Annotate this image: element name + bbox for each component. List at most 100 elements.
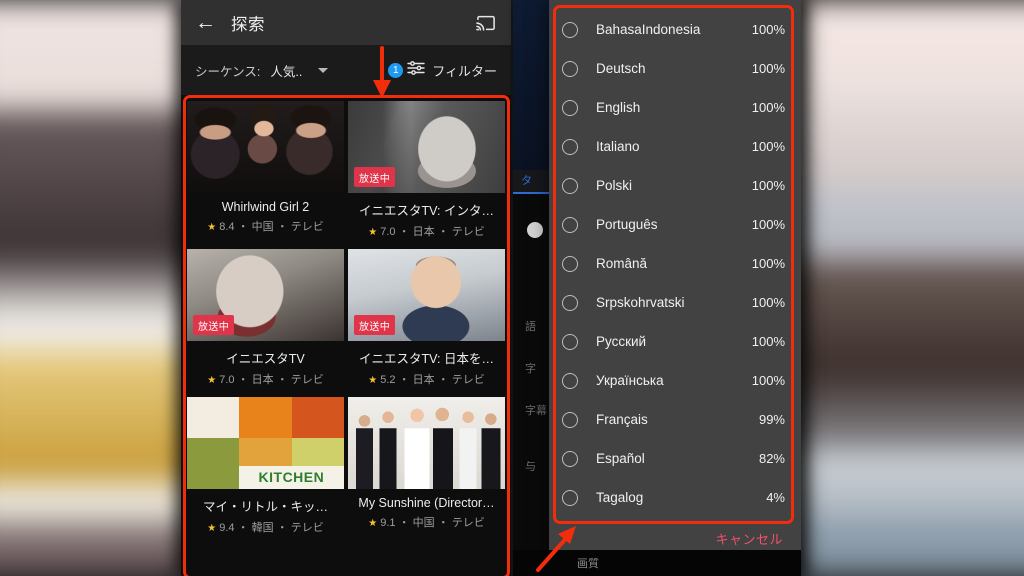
radio-button-icon[interactable] <box>562 99 578 116</box>
language-percent: 100% <box>751 373 785 388</box>
bg-label-2: 字 <box>525 363 536 375</box>
live-badge: 放送中 <box>193 315 235 335</box>
language-percent: 100% <box>751 217 785 232</box>
show-title: マイ・リトル・キッ… <box>202 500 328 514</box>
filter-label[interactable]: フィルター <box>432 61 497 80</box>
show-card[interactable]: Whirlwind Girl 2 ★ 8.4 ・ 中国 ・ テレビ <box>187 101 344 245</box>
radio-button-icon[interactable] <box>562 138 578 155</box>
sequence-value[interactable]: 人気.. <box>270 61 302 80</box>
radio-button-icon[interactable] <box>562 255 578 272</box>
screenshot-stage: ← 探索 シーケンス: 人気.. 1 フィルター Whirlwind Girl … <box>0 0 1024 576</box>
filter-count-badge: 1 <box>388 62 404 78</box>
page-title: 探索 <box>231 15 265 34</box>
language-percent: 100% <box>751 22 785 37</box>
show-card[interactable]: 放送中イニエスタTV ★ 7.0 ・ 日本 ・ テレビ <box>187 249 344 393</box>
show-meta: ★ 9.1 ・ 中国 ・ テレビ <box>368 517 485 529</box>
kitchen-logo: KITCHEN <box>258 469 325 486</box>
radio-button-icon[interactable] <box>562 60 578 77</box>
radio-button-icon[interactable] <box>562 333 578 350</box>
radio-button-icon[interactable] <box>562 294 578 311</box>
chevron-down-icon[interactable] <box>318 67 329 73</box>
show-meta: ★ 9.4 ・ 韓国 ・ テレビ <box>207 522 324 534</box>
show-meta: ★ 7.0 ・ 日本 ・ テレビ <box>207 374 324 386</box>
blurred-background-left <box>0 0 210 576</box>
back-arrow-icon[interactable]: ← <box>195 12 221 33</box>
language-name: Deutsch <box>596 61 646 76</box>
language-name: English <box>596 100 641 115</box>
language-option-row[interactable]: Español 82% <box>549 439 801 478</box>
radio-button-icon[interactable] <box>562 372 578 389</box>
cancel-button[interactable]: キャンセル <box>715 529 783 548</box>
show-thumbnail[interactable] <box>187 101 344 193</box>
language-dialog-list[interactable]: BahasaIndonesia 100% Deutsch 100% English 100… <box>549 0 801 517</box>
star-icon: ★ <box>368 518 378 529</box>
language-option-row[interactable]: Polski 100% <box>549 166 801 205</box>
thumbnail-tile <box>238 397 293 439</box>
show-thumbnail[interactable]: KITCHEN <box>187 397 344 489</box>
language-name: Srpskohrvatski <box>596 295 685 310</box>
thumbnail-tile <box>187 438 239 489</box>
language-name: Français <box>596 412 648 427</box>
language-option-row[interactable]: Deutsch 100% <box>549 49 801 88</box>
language-name: Português <box>596 217 658 232</box>
language-percent: 100% <box>751 178 785 193</box>
language-percent: 100% <box>751 100 785 115</box>
show-meta: ★ 7.0 ・ 日本 ・ テレビ <box>368 226 485 238</box>
language-percent: 82% <box>758 451 785 466</box>
language-name: Română <box>596 256 648 271</box>
language-name: Українська <box>596 373 664 388</box>
card-row: 放送中イニエスタTV ★ 7.0 ・ 日本 ・ テレビ 放送中 イニエスタTV: 日本… <box>185 247 507 395</box>
show-card[interactable]: KITCHEN マイ・リトル・キッ… ★ 9.4 ・ 韓国 ・ テレビ <box>187 397 344 541</box>
show-thumbnail[interactable]: 放送中 <box>348 101 505 193</box>
show-title: イニエスタTV: インタ… <box>359 204 494 218</box>
bg-label-3: 字幕 <box>525 405 547 417</box>
language-option-row[interactable]: Srpskohrvatski 100% <box>549 283 801 322</box>
show-title: Whirlwind Girl 2 <box>221 200 310 214</box>
language-option-row[interactable]: Tagalog 4% <box>549 478 801 517</box>
show-thumbnail[interactable]: 放送中 <box>348 249 505 341</box>
radio-button-icon[interactable] <box>562 411 578 428</box>
radio-button-icon[interactable] <box>562 216 578 233</box>
star-icon: ★ <box>207 375 217 386</box>
thumbnail-artwork <box>348 397 505 489</box>
radio-button-icon[interactable] <box>562 489 578 506</box>
results-grid: Whirlwind Girl 2 ★ 8.4 ・ 中国 ・ テレビ 放送中 イニエスタ… <box>181 95 511 543</box>
language-option-row[interactable]: Română 100% <box>549 244 801 283</box>
show-thumbnail[interactable]: 放送中 <box>187 249 344 341</box>
language-name: Español <box>596 451 645 466</box>
radio-button-icon[interactable] <box>562 450 578 467</box>
bg-tab-label: タ <box>521 175 532 187</box>
language-option-row[interactable]: Italiano 100% <box>549 127 801 166</box>
player-settings-panel: タ 語 字 字幕 与 BahasaIndonesia 100% Deutsch 100… <box>513 0 801 576</box>
thumbnail-artwork: KITCHEN <box>187 397 344 489</box>
language-name: Italiano <box>596 139 640 154</box>
language-percent: 100% <box>751 334 785 349</box>
star-icon: ★ <box>368 227 378 238</box>
show-card[interactable]: My Sunshine (Director… ★ 9.1 ・ 中国 ・ テレビ <box>348 397 505 541</box>
sliders-icon[interactable] <box>407 60 432 81</box>
language-percent: 100% <box>751 61 785 76</box>
radio-button-icon[interactable] <box>562 177 578 194</box>
thumbnail-tile <box>292 438 344 466</box>
show-thumbnail[interactable] <box>348 397 505 489</box>
star-icon: ★ <box>207 222 217 233</box>
language-option-row[interactable]: Українська 100% <box>549 361 801 400</box>
language-option-row[interactable]: English 100% <box>549 88 801 127</box>
language-option-row[interactable]: BahasaIndonesia 100% <box>549 10 801 49</box>
show-meta: ★ 8.4 ・ 中国 ・ テレビ <box>207 221 324 233</box>
app-bar: ← 探索 <box>181 0 511 45</box>
language-name: Tagalog <box>596 490 644 505</box>
show-title: イニエスタTV <box>226 352 305 366</box>
bg-label-4: 与 <box>525 461 536 473</box>
language-option-row[interactable]: Русский 100% <box>549 322 801 361</box>
show-card[interactable]: 放送中 イニエスタTV: 日本を… ★ 5.2 ・ 日本 ・ テレビ <box>348 249 505 393</box>
bottom-bar-label: 画質 <box>577 558 599 570</box>
thumbnail-tile <box>187 397 239 439</box>
cast-icon[interactable] <box>475 14 497 32</box>
show-card[interactable]: 放送中イニエスタTV: インタ… ★ 7.0 ・ 日本 ・ テレビ <box>348 101 505 245</box>
language-option-row[interactable]: Français 99% <box>549 400 801 439</box>
radio-button-icon[interactable] <box>562 21 578 38</box>
language-percent: 100% <box>751 256 785 271</box>
show-meta: ★ 5.2 ・ 日本 ・ テレビ <box>368 374 485 386</box>
language-option-row[interactable]: Português 100% <box>549 205 801 244</box>
